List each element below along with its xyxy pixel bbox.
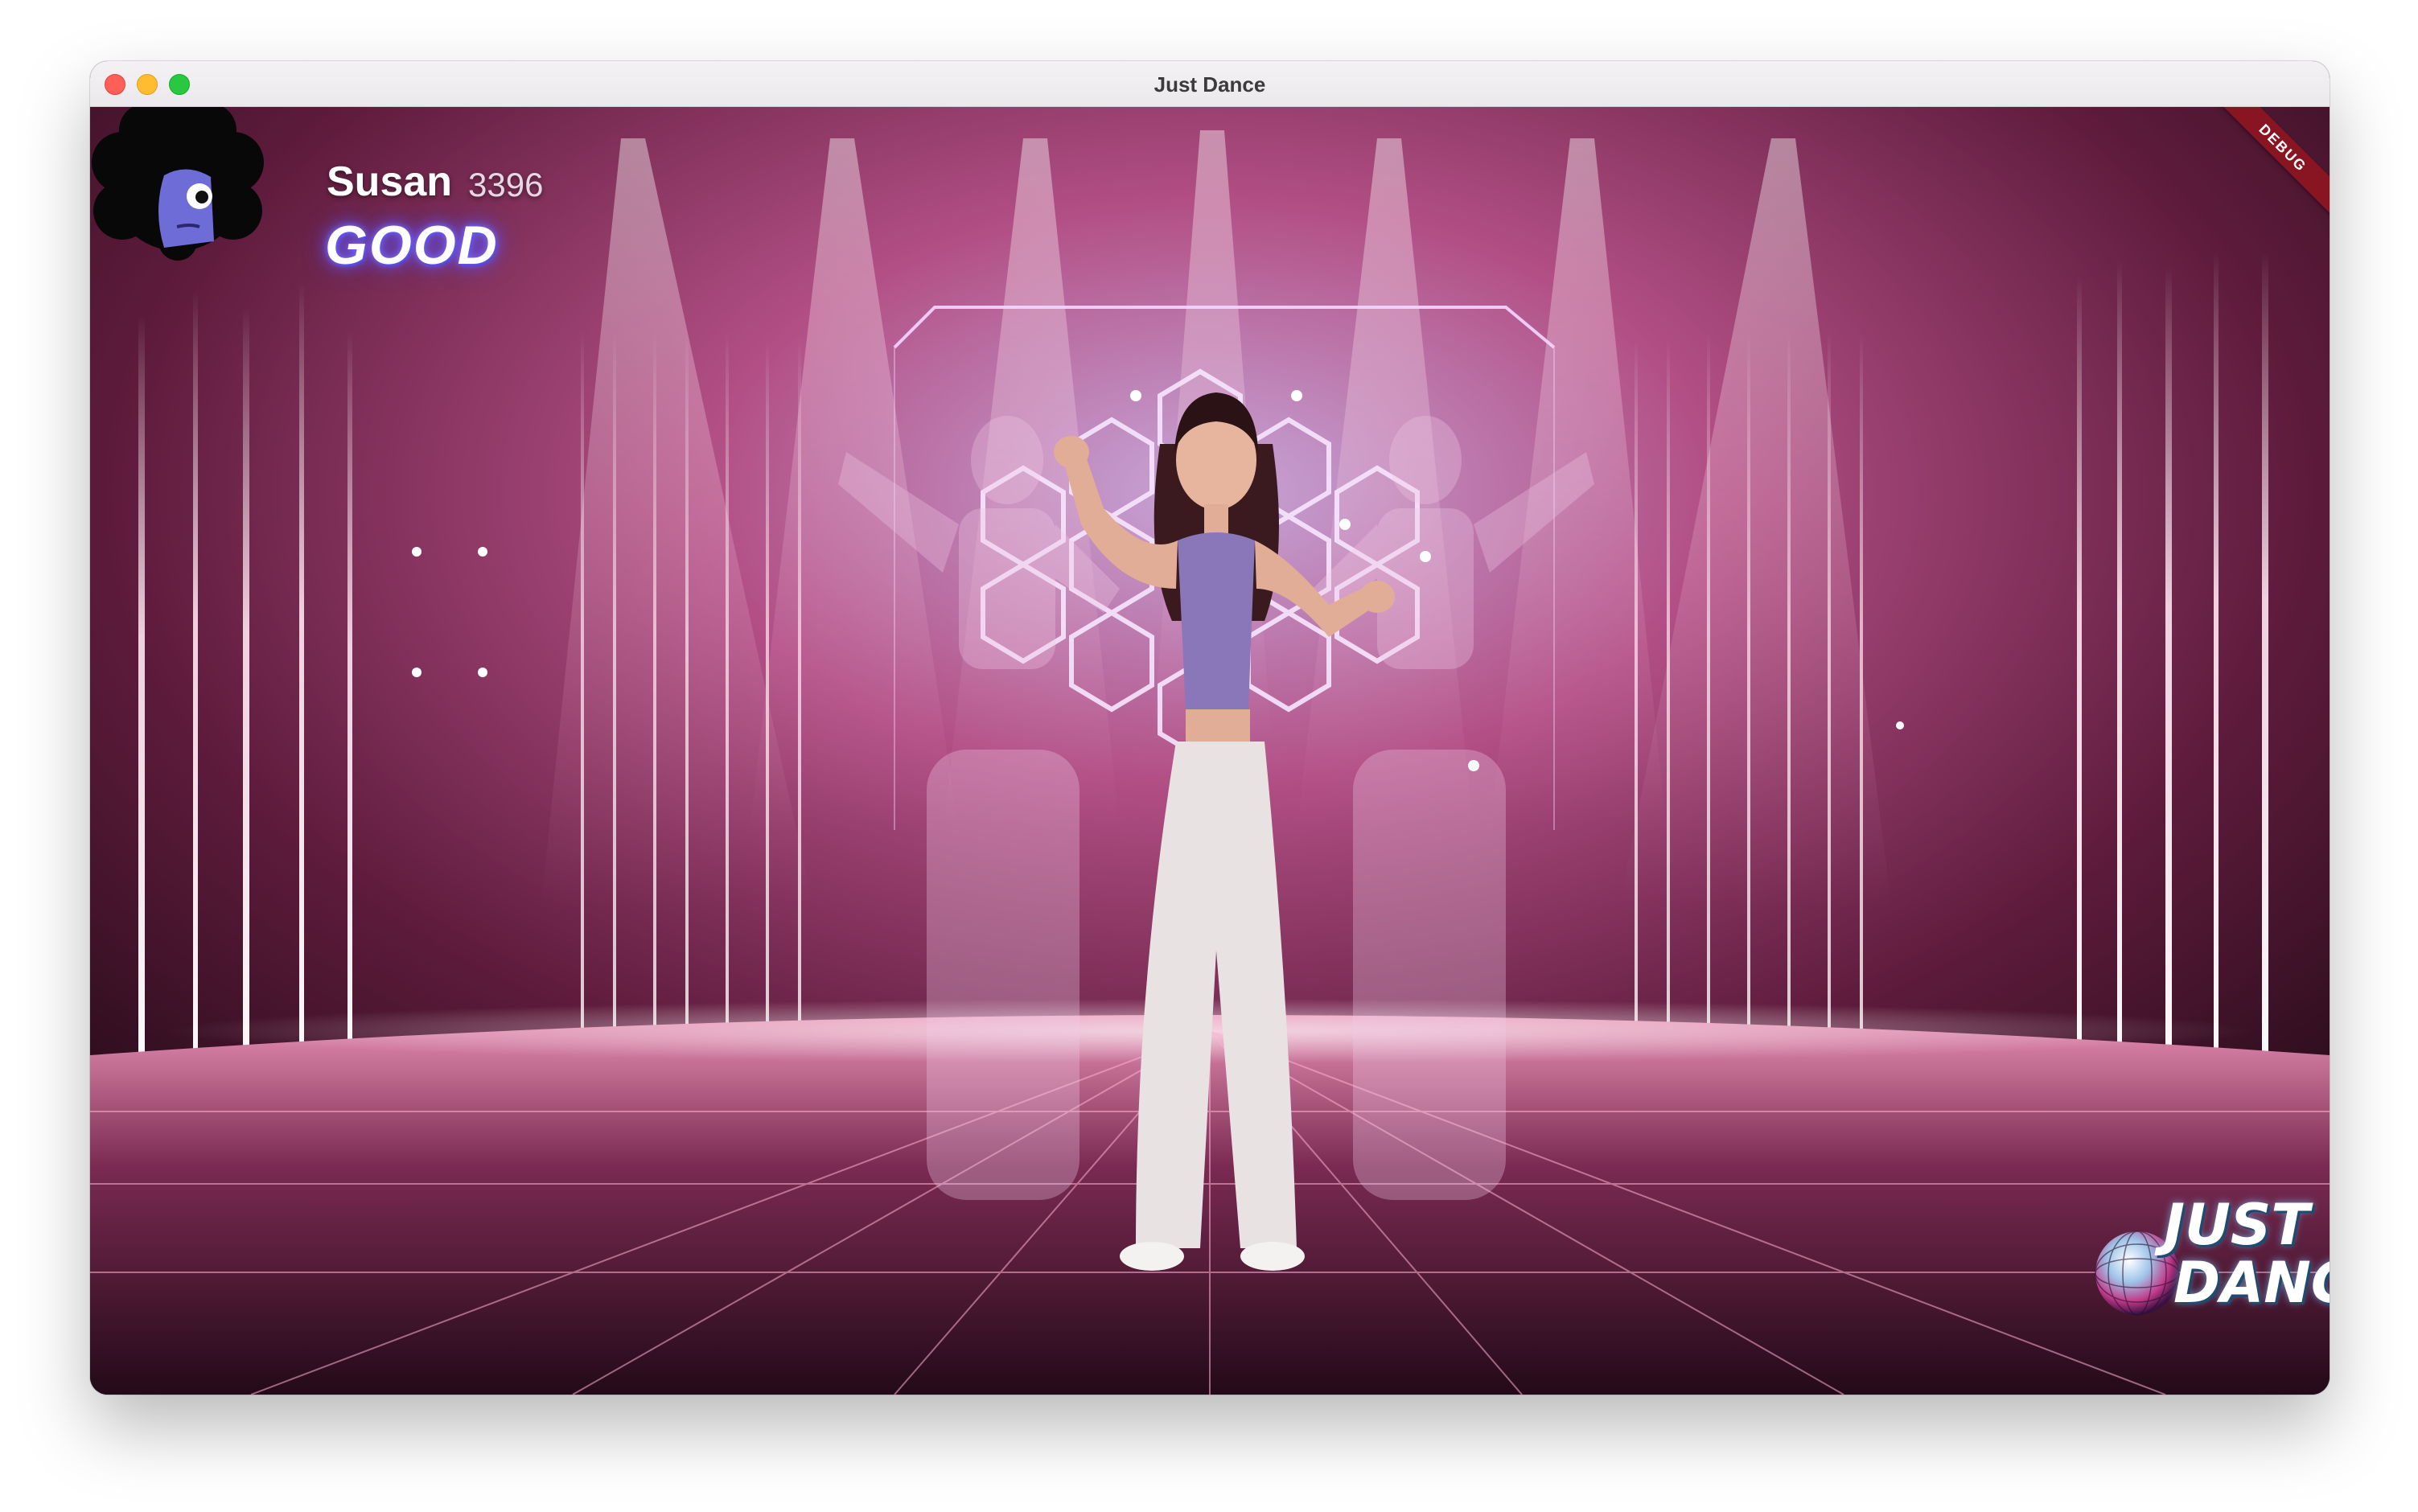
just-dance-logo: JUST DANCE <box>2093 1189 2330 1350</box>
stage-background <box>90 106 2330 1395</box>
window-title: Just Dance <box>1153 72 1266 97</box>
game-stage: Susan 3396 GOOD DEBUG JUST DAN <box>90 106 2330 1395</box>
app-window: Just Dance Susan 3396 GOOD DEBUG JUST DA… <box>90 61 2330 1395</box>
title-bar: Just Dance <box>90 61 2330 107</box>
logo-line-2: DANCE <box>2173 1250 2330 1316</box>
move-rating: GOOD <box>325 215 499 276</box>
player-name: Susan <box>327 158 453 205</box>
avatar-icon <box>92 106 264 261</box>
logo-line-1: JUST <box>2164 1192 2310 1258</box>
player-score: 3396 <box>468 166 544 203</box>
